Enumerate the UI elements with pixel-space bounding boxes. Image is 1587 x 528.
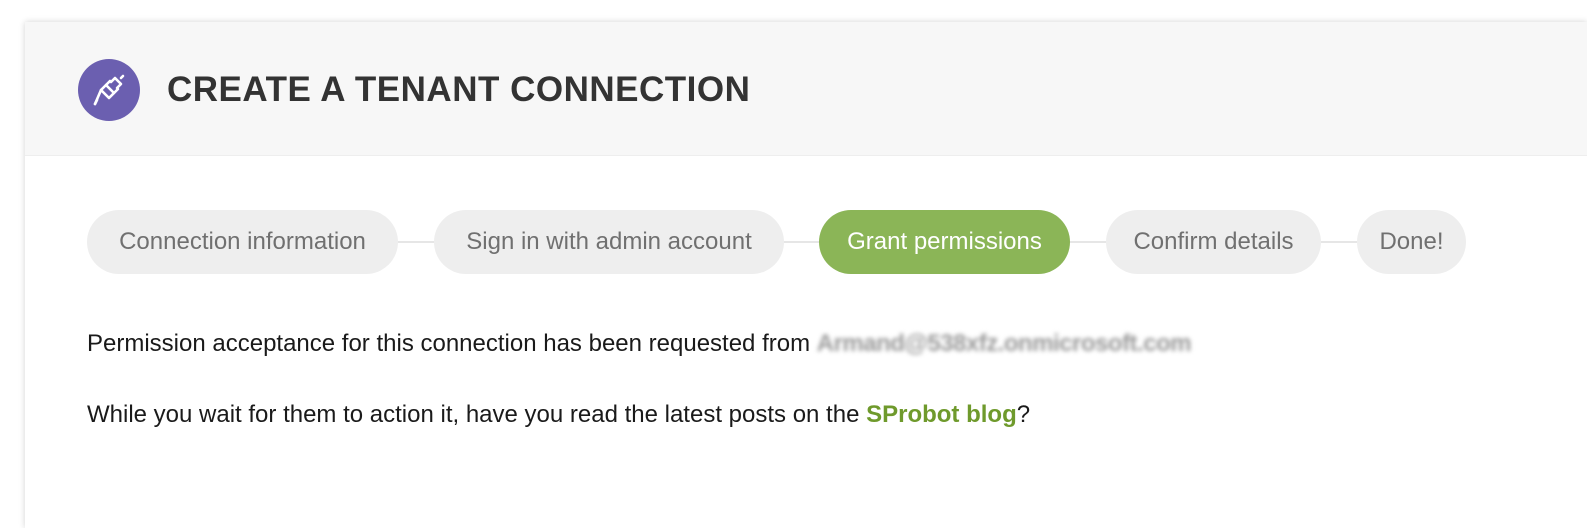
step-connection-information[interactable]: Connection information: [87, 210, 398, 274]
permission-request-message: Permission acceptance for this connectio…: [87, 328, 1192, 360]
plug-connection-icon: [78, 59, 140, 121]
step-grant-permissions[interactable]: Grant permissions: [819, 210, 1070, 274]
step-connector: [397, 241, 435, 243]
plug-glyph: [93, 74, 125, 106]
step-done[interactable]: Done!: [1357, 210, 1466, 274]
step-connector: [783, 241, 821, 243]
tenant-connection-card: CREATE A TENANT CONNECTION Connection in…: [25, 22, 1587, 528]
card-header: CREATE A TENANT CONNECTION: [25, 22, 1587, 156]
blog-suggestion-text: While you wait for them to action it, ha…: [87, 401, 860, 428]
step-confirm-details[interactable]: Confirm details: [1106, 210, 1321, 274]
step-sign-in-with-admin-account[interactable]: Sign in with admin account: [434, 210, 784, 274]
requested-from-email: Armand@538xfz.onmicrosoft.com: [816, 330, 1192, 357]
blog-suggestion-message: While you wait for them to action it, ha…: [87, 399, 1030, 431]
step-connector: [1320, 241, 1358, 243]
blog-suggestion-suffix: ?: [1016, 401, 1031, 428]
step-connector: [1069, 241, 1107, 243]
page-title: CREATE A TENANT CONNECTION: [167, 70, 751, 109]
sprobot-blog-link[interactable]: SProbot blog: [866, 401, 1017, 428]
permission-request-text: Permission acceptance for this connectio…: [87, 330, 811, 357]
